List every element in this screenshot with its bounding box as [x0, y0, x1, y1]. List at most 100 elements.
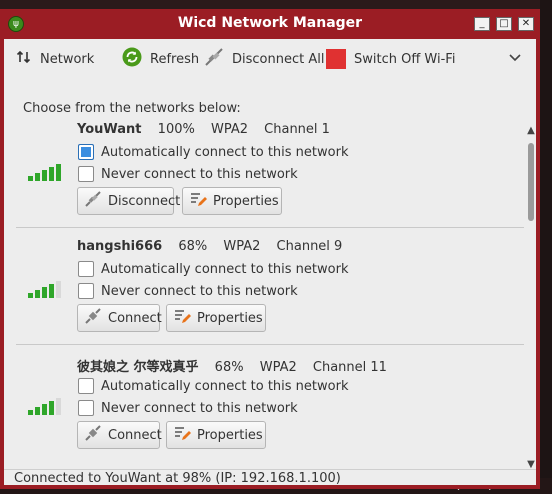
- signal-bar: [56, 398, 61, 415]
- connect-plug-icon: [84, 424, 102, 446]
- scrollbar-thumb[interactable]: [528, 143, 534, 221]
- refresh-button[interactable]: Refresh: [122, 47, 200, 71]
- never-connect-checkbox[interactable]: Never connect to this network: [78, 164, 298, 184]
- window-content: Network Refresh Disconnect All Switch Of…: [4, 39, 536, 486]
- signal-bar: [35, 407, 40, 415]
- wicd-window: ψ Wicd Network Manager _ □ ✕ Network Ref…: [0, 9, 540, 489]
- checkbox-unchecked[interactable]: [78, 261, 94, 277]
- network-row: YouWant 100% WPA2 Channel 1 Automaticall…: [10, 117, 524, 234]
- network-header: 彼其娘之 尔等戏真乎 68% WPA2 Channel 11: [77, 356, 387, 375]
- refresh-icon: [122, 47, 142, 71]
- properties-edit-icon: [173, 424, 191, 446]
- signal-strength-icon: [28, 397, 62, 415]
- properties-button[interactable]: Properties: [182, 187, 282, 215]
- connect-plug-icon: [84, 307, 102, 329]
- signal-bar: [28, 176, 33, 181]
- maximize-button[interactable]: □: [496, 17, 512, 31]
- connect-button[interactable]: Connect: [77, 304, 162, 332]
- switch-off-wifi-button[interactable]: Switch Off Wi-Fi: [326, 49, 455, 69]
- switch-off-wifi-label: Switch Off Wi-Fi: [354, 51, 456, 67]
- checkbox-unchecked[interactable]: [78, 283, 94, 299]
- chevron-down-icon: [508, 50, 522, 68]
- toolbar: Network Refresh Disconnect All Switch Of…: [4, 39, 536, 79]
- disconnect-all-button[interactable]: Disconnect All: [204, 47, 325, 71]
- status-divider: [4, 469, 536, 470]
- toolbar-menu-button[interactable]: [508, 49, 530, 69]
- signal-bar: [49, 167, 54, 181]
- close-button[interactable]: ✕: [518, 17, 534, 31]
- signal-bar: [49, 284, 54, 298]
- never-connect-label: Never connect to this network: [101, 400, 298, 416]
- scroll-up-arrow-icon[interactable]: ▲: [526, 125, 536, 137]
- signal-bar: [56, 164, 61, 181]
- properties-edit-icon: [189, 190, 207, 212]
- disconnect-plug-icon: [84, 190, 102, 212]
- row-divider: [16, 227, 524, 228]
- network-arrows-icon: [16, 49, 32, 69]
- signal-bar: [35, 290, 40, 298]
- refresh-button-label: Refresh: [150, 51, 200, 67]
- signal-bar: [42, 404, 47, 415]
- auto-connect-checkbox[interactable]: Automatically connect to this network: [78, 142, 348, 162]
- properties-button[interactable]: Properties: [166, 304, 266, 332]
- never-connect-checkbox[interactable]: Never connect to this network: [78, 281, 298, 301]
- network-name: 彼其娘之 尔等戏真乎: [77, 360, 199, 375]
- auto-connect-checkbox[interactable]: Automatically connect to this network: [78, 259, 348, 279]
- checkbox-unchecked[interactable]: [78, 378, 94, 394]
- network-list-scrollbar[interactable]: ▲ ▼: [526, 125, 536, 471]
- title-bar[interactable]: ψ Wicd Network Manager _ □ ✕: [0, 9, 540, 39]
- status-bar: Connected to YouWant at 98% (IP: 192.168…: [14, 471, 341, 486]
- auto-connect-checkbox[interactable]: Automatically connect to this network: [78, 376, 348, 396]
- signal-bar: [56, 281, 61, 298]
- red-square-icon: [326, 49, 346, 69]
- disconnect-all-label: Disconnect All: [232, 51, 325, 67]
- auto-connect-label: Automatically connect to this network: [101, 261, 349, 277]
- checkbox-checked[interactable]: [78, 144, 94, 160]
- never-connect-label: Never connect to this network: [101, 166, 298, 182]
- signal-bar: [42, 170, 47, 181]
- network-row: 彼其娘之 尔等戏真乎 68% WPA2 Channel 11 Automatic…: [10, 351, 524, 468]
- background-terminal: [540, 0, 552, 494]
- network-list-prompt: Choose from the networks below:: [23, 101, 241, 116]
- network-channel: Channel 9: [276, 239, 343, 254]
- network-strength: 68%: [178, 239, 208, 254]
- network-button[interactable]: Network: [16, 49, 94, 69]
- row-divider: [16, 344, 524, 345]
- network-security: WPA2: [259, 360, 297, 375]
- checkbox-unchecked[interactable]: [78, 166, 94, 182]
- network-header: YouWant 100% WPA2 Channel 1: [77, 122, 330, 137]
- connect-button-label: Connect: [108, 427, 162, 443]
- never-connect-checkbox[interactable]: Never connect to this network: [78, 398, 298, 418]
- signal-strength-icon: [28, 280, 62, 298]
- network-header: hangshi666 68% WPA2 Channel 9: [77, 239, 342, 254]
- disconnect-button[interactable]: Disconnect: [77, 187, 180, 215]
- properties-button[interactable]: Properties: [166, 421, 266, 449]
- signal-bar: [49, 401, 54, 415]
- properties-button-label: Properties: [197, 427, 263, 443]
- window-title: Wicd Network Manager: [177, 15, 363, 31]
- connect-button[interactable]: Connect: [77, 421, 162, 449]
- disconnect-button-label: Disconnect: [108, 193, 181, 209]
- network-name: YouWant: [77, 122, 142, 137]
- network-list: YouWant 100% WPA2 Channel 1 Automaticall…: [10, 117, 524, 469]
- network-channel: Channel 1: [264, 122, 330, 137]
- properties-edit-icon: [173, 307, 191, 329]
- network-strength: 68%: [214, 360, 244, 375]
- network-row: hangshi666 68% WPA2 Channel 9 Automatica…: [10, 234, 524, 351]
- auto-connect-label: Automatically connect to this network: [101, 144, 349, 160]
- properties-button-label: Properties: [197, 310, 263, 326]
- auto-connect-label: Automatically connect to this network: [101, 378, 349, 394]
- disconnect-plug-icon: [204, 47, 224, 71]
- network-name: hangshi666: [77, 239, 163, 254]
- network-security: WPA2: [223, 239, 261, 254]
- signal-bar: [28, 293, 33, 298]
- minimize-button[interactable]: _: [474, 17, 490, 31]
- signal-bar: [35, 173, 40, 181]
- signal-bar: [42, 287, 47, 298]
- checkbox-unchecked[interactable]: [78, 400, 94, 416]
- signal-strength-icon: [28, 163, 62, 181]
- never-connect-label: Never connect to this network: [101, 283, 298, 299]
- properties-button-label: Properties: [213, 193, 279, 209]
- network-channel: Channel 11: [312, 360, 387, 375]
- connect-button-label: Connect: [108, 310, 162, 326]
